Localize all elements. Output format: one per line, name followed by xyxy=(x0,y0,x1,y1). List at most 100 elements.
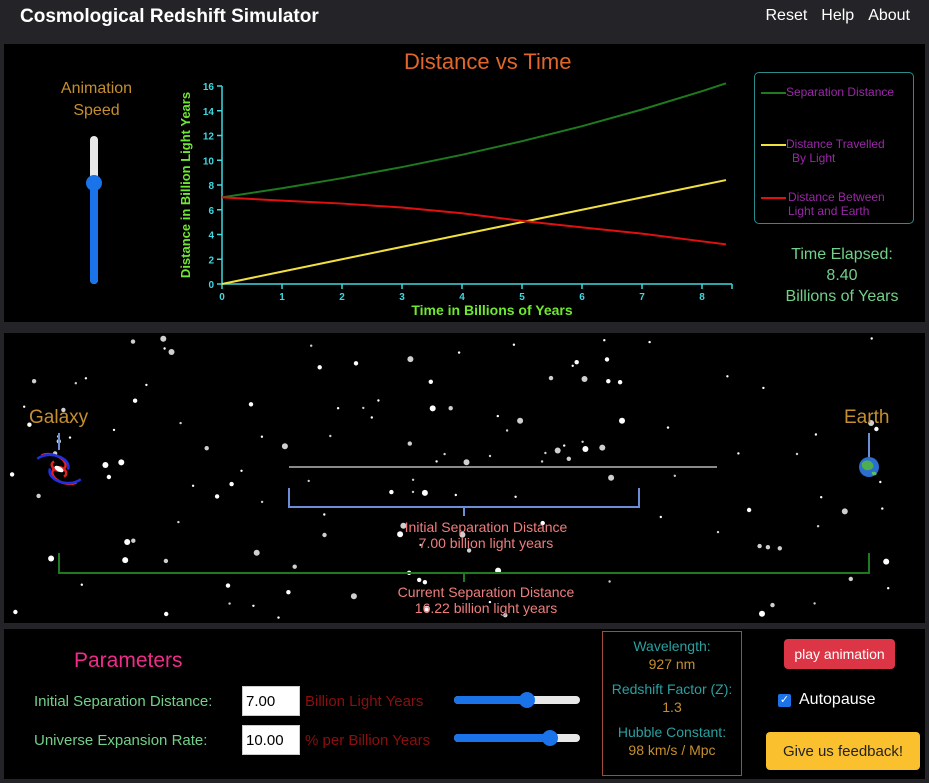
star xyxy=(443,452,446,456)
star xyxy=(716,530,720,534)
star xyxy=(816,525,820,528)
initial-separation-value: 7.00 billion light years xyxy=(418,535,554,551)
star xyxy=(448,406,453,411)
galaxy-label: Galaxy xyxy=(29,407,89,428)
parameters-panel: Parameters Initial Separation Distance: … xyxy=(4,629,925,779)
x-tick-label: 2 xyxy=(339,292,345,303)
autopause-control[interactable]: ✓ Autopause xyxy=(778,691,876,709)
star xyxy=(229,481,234,487)
legend-item-separation: Separation Distance xyxy=(761,85,894,99)
star xyxy=(429,405,436,412)
star xyxy=(377,399,380,402)
star xyxy=(581,440,584,443)
x-tick-label: 0 xyxy=(219,292,225,303)
star xyxy=(9,472,15,477)
star xyxy=(164,611,169,617)
star xyxy=(606,379,611,384)
y-tick-label: 6 xyxy=(208,206,214,217)
legend-label-line2: Light and Earth xyxy=(788,204,870,218)
star xyxy=(252,604,255,607)
star xyxy=(517,417,524,424)
x-tick-label: 7 xyxy=(639,292,645,303)
current-separation-bracket xyxy=(58,553,870,574)
x-tick-label: 3 xyxy=(399,292,405,303)
x-axis-label: Time in Billions of Years xyxy=(411,302,573,318)
x-tick-label: 8 xyxy=(699,292,705,303)
star xyxy=(80,583,84,586)
star xyxy=(23,405,26,408)
star xyxy=(813,602,816,605)
series-line-light-earth xyxy=(221,196,727,246)
star xyxy=(48,555,55,562)
star xyxy=(848,576,853,582)
star xyxy=(260,500,264,504)
series-line-light xyxy=(221,179,727,285)
slider-thumb[interactable] xyxy=(519,692,536,708)
expansion-rate-unit: % per Billion Years xyxy=(305,732,431,749)
star xyxy=(13,609,18,615)
initial-separation-unit: Billion Light Years xyxy=(305,693,424,710)
current-separation-label: Current Separation Distance xyxy=(397,584,575,600)
star xyxy=(68,436,72,439)
star xyxy=(112,428,116,432)
initial-separation-slider[interactable] xyxy=(454,692,580,708)
star xyxy=(881,507,884,510)
star xyxy=(240,469,243,472)
star xyxy=(323,513,326,516)
star xyxy=(879,480,882,484)
star xyxy=(673,474,676,477)
star xyxy=(131,538,136,543)
star xyxy=(746,507,752,513)
star xyxy=(505,429,509,432)
nav-about-link[interactable]: About xyxy=(868,7,910,25)
star xyxy=(814,433,818,436)
y-axis-label: Distance in Billion Light Years xyxy=(178,92,193,278)
star xyxy=(820,496,823,499)
initial-separation-bracket xyxy=(288,488,640,508)
star xyxy=(145,383,148,387)
star xyxy=(544,451,547,455)
star xyxy=(130,339,136,344)
star xyxy=(292,564,297,569)
nav-help-link[interactable]: Help xyxy=(821,7,854,25)
earth-icon xyxy=(859,457,879,477)
series-line-separation xyxy=(221,82,727,199)
current-separation-value: 16.22 billion light years xyxy=(414,600,558,616)
star xyxy=(603,339,606,342)
expansion-rate-input[interactable] xyxy=(242,725,300,755)
x-tick-label: 1 xyxy=(279,292,285,303)
slider-fill xyxy=(454,734,550,742)
star xyxy=(277,616,280,619)
star xyxy=(84,377,88,380)
current-separation-text: Current Separation Distance 16.22 billio… xyxy=(286,584,686,616)
expansion-rate-param-label: Universe Expansion Rate: xyxy=(34,732,208,749)
star xyxy=(124,539,131,545)
star xyxy=(353,361,359,366)
star xyxy=(204,446,209,451)
expansion-rate-slider[interactable] xyxy=(454,730,580,746)
star xyxy=(617,380,623,385)
star xyxy=(411,478,415,481)
star xyxy=(417,577,422,583)
star xyxy=(191,484,195,487)
initial-separation-input[interactable] xyxy=(242,686,300,716)
star xyxy=(31,379,37,384)
star xyxy=(563,444,566,447)
slider-thumb[interactable] xyxy=(541,730,558,746)
nav-reset-link[interactable]: Reset xyxy=(765,7,807,25)
star xyxy=(759,610,765,617)
star xyxy=(795,452,799,456)
star xyxy=(160,335,167,342)
star xyxy=(496,414,499,418)
play-animation-button[interactable]: play animation xyxy=(784,639,895,669)
feedback-button[interactable]: Give us feedback! xyxy=(766,732,920,770)
legend-item-light-earth: Distance Between Light and Earth xyxy=(761,190,885,218)
star xyxy=(163,558,169,564)
slider-fill xyxy=(454,696,528,704)
star xyxy=(163,347,166,350)
star xyxy=(225,583,231,588)
star xyxy=(389,489,394,495)
star xyxy=(36,493,41,499)
star xyxy=(883,558,890,565)
autopause-checkbox[interactable]: ✓ xyxy=(778,693,791,707)
